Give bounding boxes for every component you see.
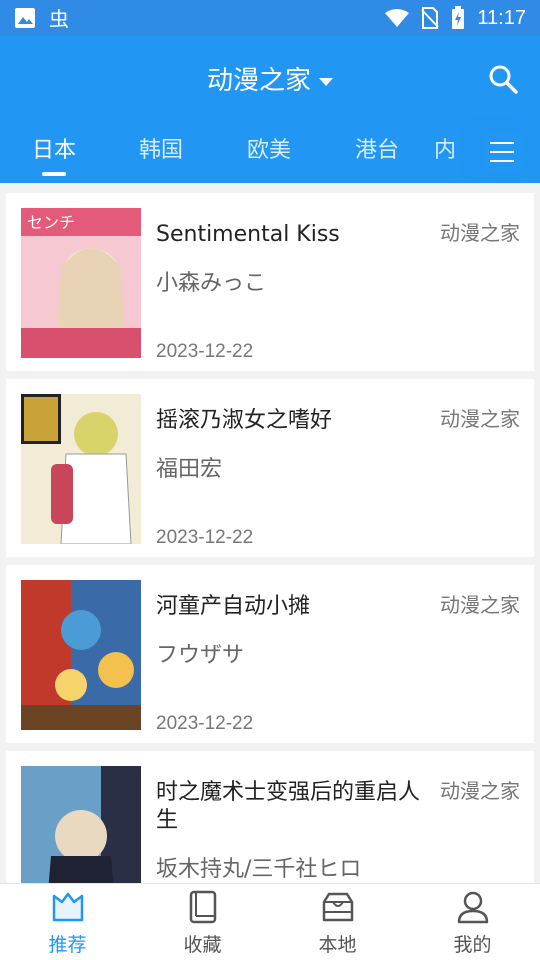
dropdown-arrow-icon xyxy=(319,77,333,86)
recommend-icon xyxy=(52,892,83,922)
active-tab-indicator xyxy=(42,172,66,176)
comic-author: 坂木持丸/三千社ヒロ xyxy=(156,857,362,882)
comic-title: 河童产自动小摊 xyxy=(156,594,311,619)
comic-date: 2023-12-22 xyxy=(156,341,254,362)
comic-author: 福田宏 xyxy=(156,457,223,482)
comic-title: Sentimental Kiss xyxy=(156,222,340,247)
bug-icon: 虫 xyxy=(49,7,69,30)
wifi-icon xyxy=(385,9,410,27)
comic-source: 动漫之家 xyxy=(440,779,520,803)
comic-author: 小森みっこ xyxy=(156,271,267,296)
box-icon xyxy=(322,892,353,922)
comic-author: フウザサ xyxy=(156,643,245,668)
nav-mine[interactable]: 我的 xyxy=(405,884,540,960)
svg-text:センチ: センチ xyxy=(27,213,75,232)
tab-korea[interactable]: 韩国 xyxy=(121,132,201,164)
comic-source: 动漫之家 xyxy=(440,593,520,617)
comic-title: 摇滚乃淑女之嗜好 xyxy=(156,408,333,433)
source-selector[interactable]: 动漫之家 xyxy=(0,60,540,97)
battery-charging-icon xyxy=(452,6,465,29)
status-time: 11:17 xyxy=(477,6,526,29)
app-header: 动漫之家 日本 韩国 欧美 港台 内 xyxy=(0,36,540,183)
comic-cover xyxy=(21,580,141,730)
comic-card[interactable]: 时之魔术士变强后的重启人生 坂木持丸/三千社ヒロ 动漫之家 xyxy=(6,751,534,883)
search-icon[interactable] xyxy=(488,64,518,94)
gallery-icon xyxy=(15,8,35,28)
comic-date: 2023-12-22 xyxy=(156,527,254,548)
category-tabs: 日本 韩国 欧美 港台 内 xyxy=(0,132,540,183)
book-icon xyxy=(189,890,216,924)
no-sim-icon xyxy=(421,7,440,29)
comic-date: 2023-12-22 xyxy=(156,713,254,734)
comic-card[interactable]: センチ Sentimental Kiss 小森みっこ 2023-12-22 动漫… xyxy=(6,193,534,371)
comic-card[interactable]: 河童产自动小摊 フウザサ 2023-12-22 动漫之家 xyxy=(6,565,534,743)
comic-cover xyxy=(21,394,141,544)
tab-western[interactable]: 欧美 xyxy=(229,132,309,164)
nav-favorites[interactable]: 收藏 xyxy=(135,884,270,960)
menu-icon[interactable] xyxy=(482,132,522,172)
comic-card[interactable]: 摇滚乃淑女之嗜好 福田宏 2023-12-22 动漫之家 xyxy=(6,379,534,557)
comic-cover xyxy=(21,766,141,883)
header-title: 动漫之家 xyxy=(206,66,311,96)
bottom-nav: 推荐 收藏 本地 我的 xyxy=(0,883,540,960)
person-icon xyxy=(457,891,488,924)
tab-hk-tw[interactable]: 港台 xyxy=(337,132,417,164)
tab-japan[interactable]: 日本 xyxy=(14,132,94,176)
comic-cover: センチ xyxy=(21,208,141,358)
comic-source: 动漫之家 xyxy=(440,221,520,245)
nav-local[interactable]: 本地 xyxy=(270,884,405,960)
status-bar: 虫 11:17 xyxy=(0,0,540,36)
svg-text:虫: 虫 xyxy=(49,7,69,30)
comic-list[interactable]: センチ Sentimental Kiss 小森みっこ 2023-12-22 动漫… xyxy=(0,183,540,883)
nav-recommend[interactable]: 推荐 xyxy=(0,884,135,960)
comic-title: 时之魔术士变强后的重启人生 xyxy=(156,780,421,833)
comic-source: 动漫之家 xyxy=(440,407,520,431)
